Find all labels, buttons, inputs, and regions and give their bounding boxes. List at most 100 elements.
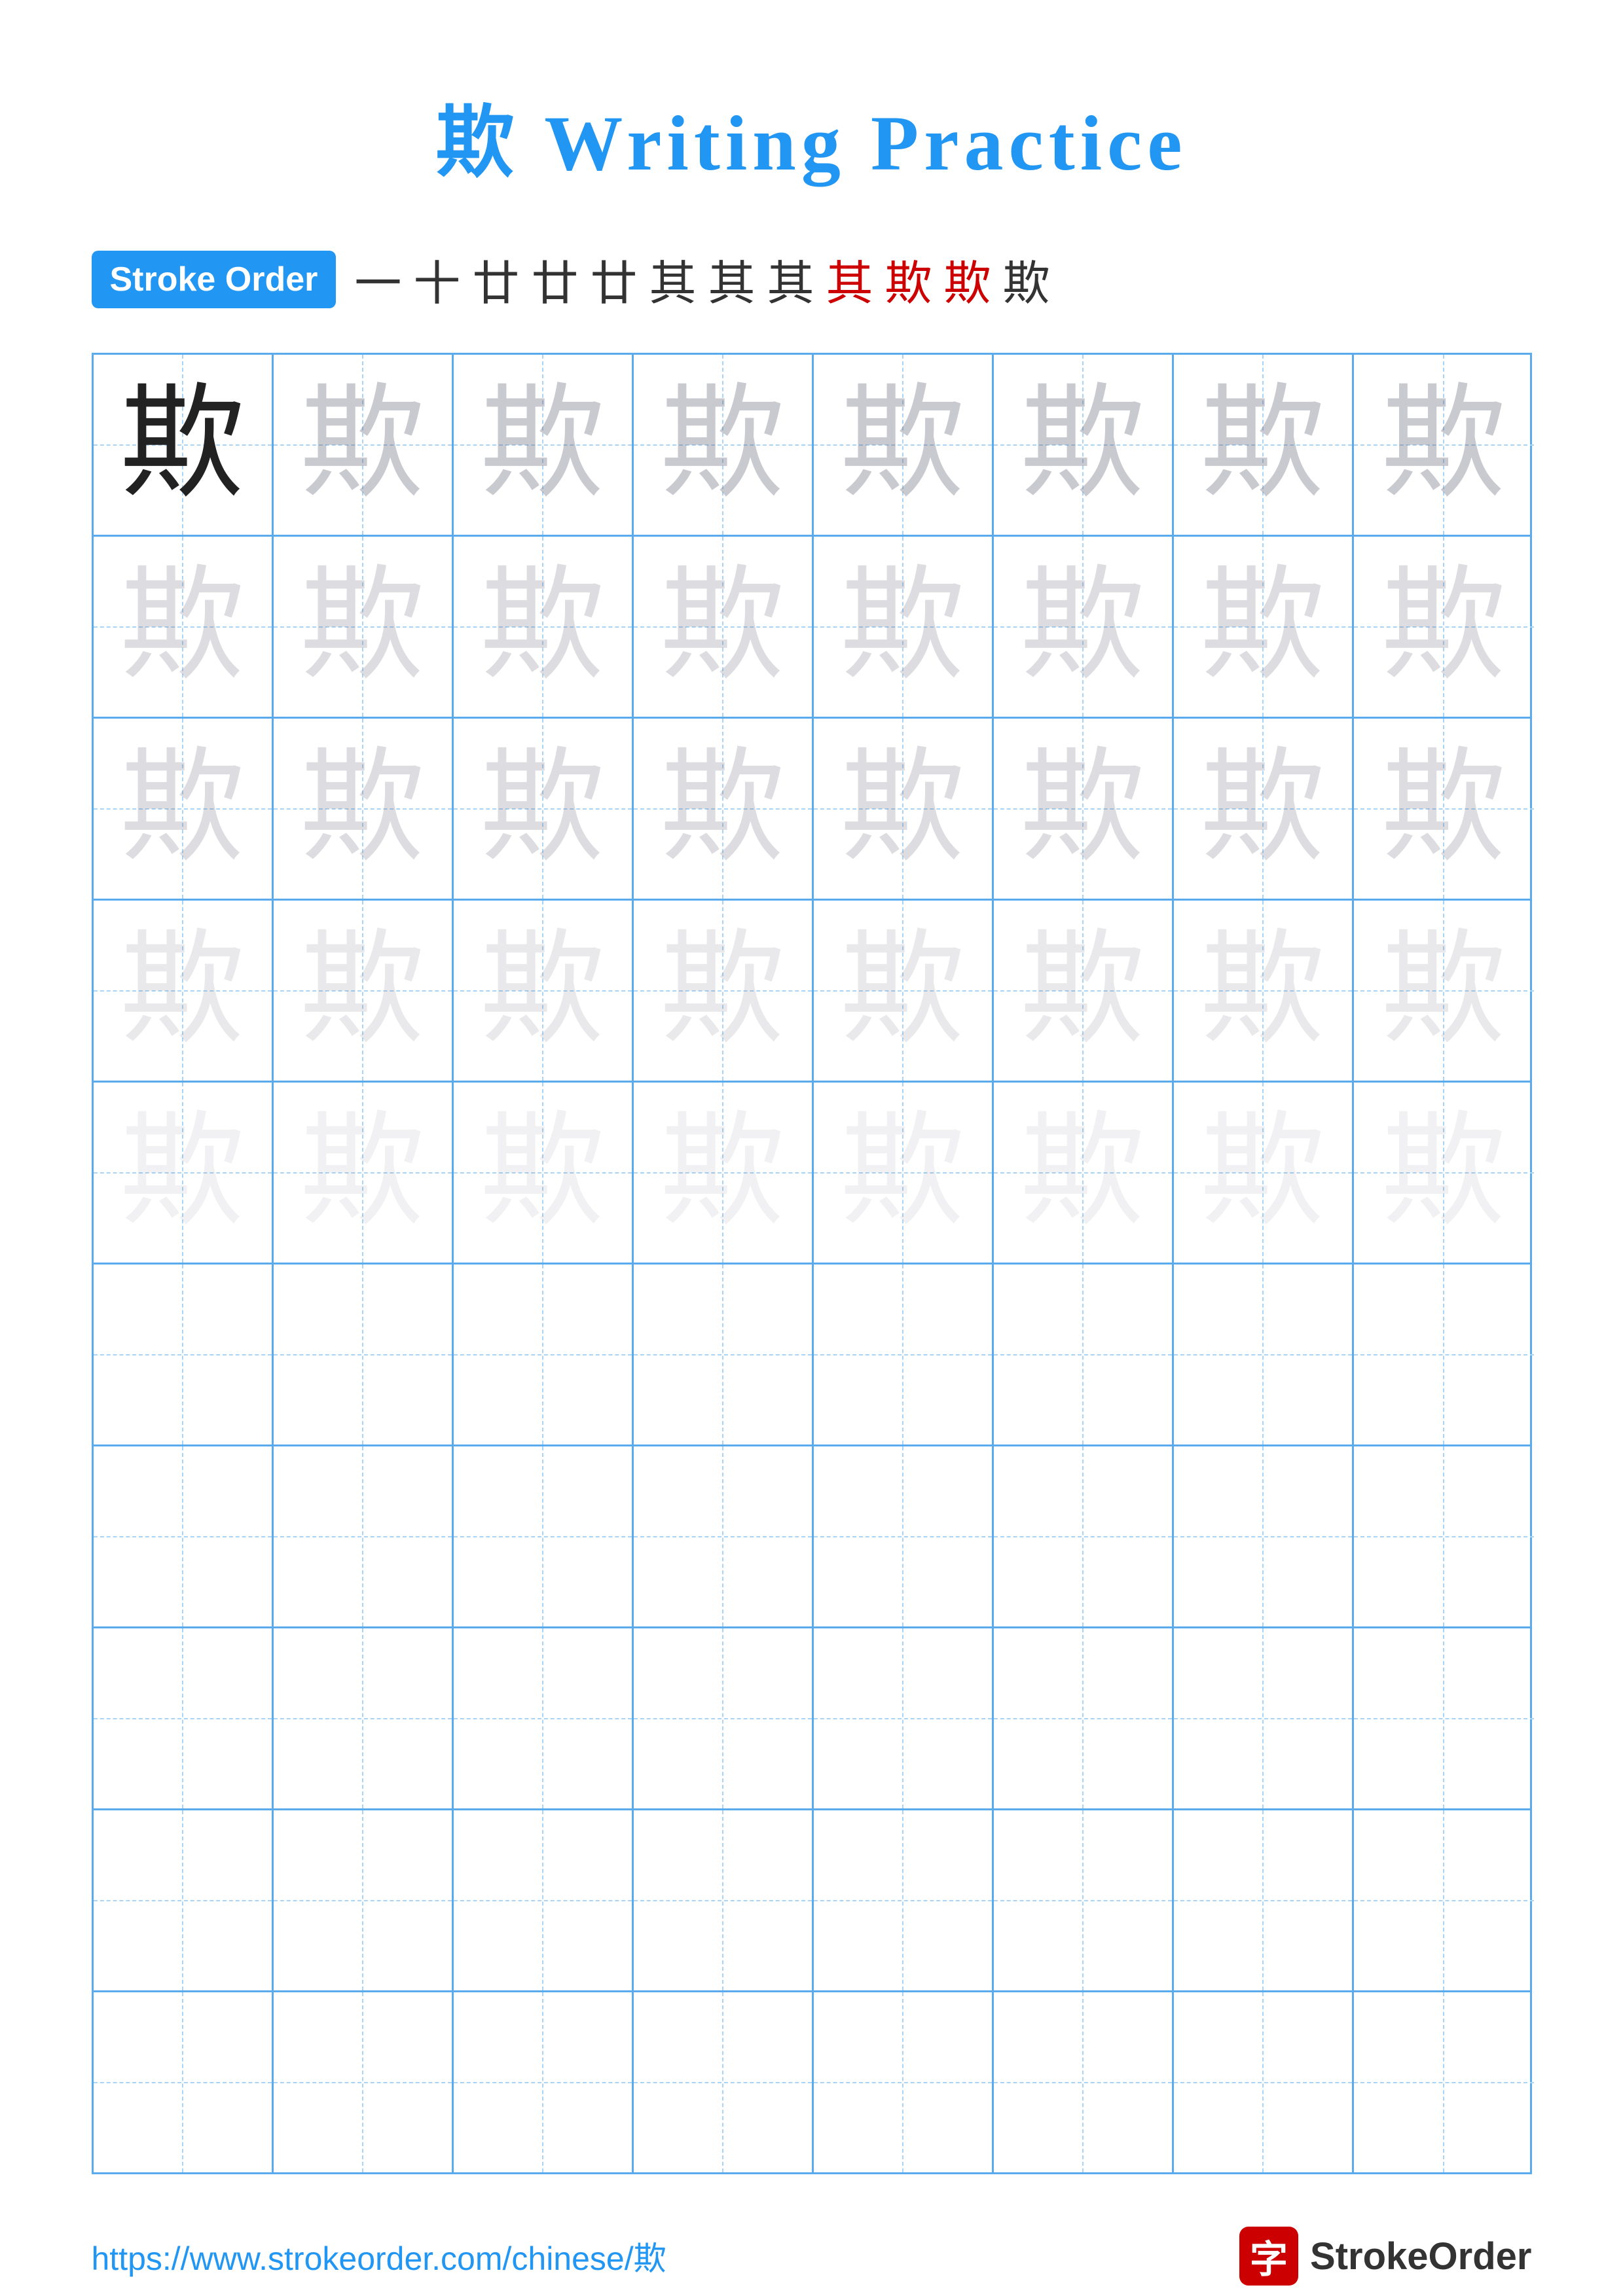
stroke-char-2: 十 (413, 245, 460, 314)
grid-cell[interactable]: 欺 (814, 537, 994, 717)
grid-cell[interactable] (94, 1446, 274, 1626)
grid-cell[interactable] (634, 1628, 814, 1808)
grid-cell[interactable] (274, 1265, 454, 1444)
grid-cell[interactable] (814, 1628, 994, 1808)
grid-cell[interactable] (94, 1628, 274, 1808)
grid-cell[interactable]: 欺 (634, 719, 814, 899)
stroke-order-section: Stroke Order 一 十 廿 廿 廿 其 其 其 其 欺 欺 欺 (92, 245, 1532, 314)
practice-char: 欺 (480, 929, 604, 1053)
grid-cell[interactable]: 欺 (274, 719, 454, 899)
grid-cell[interactable] (94, 1810, 274, 1990)
grid-cell[interactable] (94, 1992, 274, 2172)
grid-cell[interactable]: 欺 (94, 537, 274, 717)
grid-cell[interactable] (454, 1265, 634, 1444)
grid-cell[interactable]: 欺 (454, 901, 634, 1081)
practice-char: 欺 (480, 565, 604, 689)
grid-cell[interactable] (634, 1265, 814, 1444)
grid-cell[interactable]: 欺 (274, 1083, 454, 1263)
grid-cell[interactable]: 欺 (94, 1083, 274, 1263)
grid-cell[interactable]: 欺 (814, 719, 994, 899)
grid-cell[interactable] (454, 1992, 634, 2172)
grid-cell[interactable] (454, 1446, 634, 1626)
grid-cell[interactable]: 欺 (1174, 1083, 1354, 1263)
practice-char: 欺 (1200, 1111, 1324, 1235)
grid-cell[interactable] (814, 1265, 994, 1444)
grid-row: 欺 欺 欺 欺 欺 欺 欺 欺 (94, 1083, 1530, 1265)
grid-cell[interactable]: 欺 (994, 355, 1174, 535)
grid-cell[interactable]: 欺 (994, 719, 1174, 899)
grid-cell[interactable] (1354, 1628, 1534, 1808)
grid-cell[interactable]: 欺 (994, 1083, 1174, 1263)
grid-cell[interactable] (994, 1810, 1174, 1990)
grid-cell[interactable] (814, 1810, 994, 1990)
grid-cell[interactable]: 欺 (94, 901, 274, 1081)
grid-cell[interactable]: 欺 (454, 719, 634, 899)
grid-cell[interactable]: 欺 (94, 355, 274, 535)
stroke-char-5: 廿 (590, 245, 637, 314)
grid-cell[interactable] (1174, 1810, 1354, 1990)
grid-cell[interactable] (274, 1628, 454, 1808)
grid-cell[interactable] (1174, 1628, 1354, 1808)
practice-char: 欺 (1381, 383, 1506, 507)
grid-cell[interactable] (994, 1628, 1174, 1808)
grid-cell[interactable] (814, 1992, 994, 2172)
stroke-char-8: 其 (767, 245, 814, 314)
grid-cell[interactable] (994, 1265, 1174, 1444)
grid-cell[interactable]: 欺 (814, 1083, 994, 1263)
grid-cell[interactable]: 欺 (994, 901, 1174, 1081)
practice-grid: 欺 欺 欺 欺 欺 欺 欺 欺 欺 欺 欺 (92, 353, 1532, 2174)
grid-cell[interactable]: 欺 (1354, 901, 1534, 1081)
grid-cell[interactable]: 欺 (1354, 537, 1534, 717)
grid-cell[interactable]: 欺 (634, 355, 814, 535)
grid-cell[interactable]: 欺 (274, 537, 454, 717)
grid-cell[interactable]: 欺 (1174, 901, 1354, 1081)
practice-char: 欺 (120, 383, 244, 507)
grid-cell[interactable] (1174, 1446, 1354, 1626)
grid-cell[interactable]: 欺 (1174, 537, 1354, 717)
practice-char: 欺 (660, 747, 784, 871)
page-title: 欺 Writing Practice (435, 79, 1187, 192)
grid-cell[interactable]: 欺 (94, 719, 274, 899)
grid-cell[interactable] (1354, 1810, 1534, 1990)
grid-row: 欺 欺 欺 欺 欺 欺 欺 欺 (94, 901, 1530, 1083)
grid-cell[interactable] (634, 1992, 814, 2172)
practice-char: 欺 (120, 747, 244, 871)
grid-cell[interactable] (634, 1810, 814, 1990)
grid-cell[interactable] (1174, 1992, 1354, 2172)
grid-cell[interactable]: 欺 (274, 901, 454, 1081)
grid-cell[interactable] (274, 1446, 454, 1626)
grid-cell[interactable]: 欺 (1354, 355, 1534, 535)
grid-cell[interactable]: 欺 (814, 901, 994, 1081)
grid-cell[interactable]: 欺 (1354, 719, 1534, 899)
practice-char: 欺 (840, 929, 964, 1053)
grid-cell[interactable] (454, 1628, 634, 1808)
grid-cell[interactable] (814, 1446, 994, 1626)
grid-cell[interactable] (1354, 1446, 1534, 1626)
grid-cell[interactable] (454, 1810, 634, 1990)
grid-cell[interactable]: 欺 (1354, 1083, 1534, 1263)
practice-char: 欺 (300, 929, 424, 1053)
grid-cell[interactable] (1354, 1992, 1534, 2172)
grid-cell[interactable]: 欺 (634, 1083, 814, 1263)
footer-url[interactable]: https://www.strokeorder.com/chinese/欺 (92, 2233, 666, 2280)
grid-cell[interactable]: 欺 (274, 355, 454, 535)
grid-cell[interactable]: 欺 (634, 901, 814, 1081)
grid-cell[interactable] (634, 1446, 814, 1626)
grid-cell[interactable]: 欺 (1174, 719, 1354, 899)
grid-cell[interactable]: 欺 (1174, 355, 1354, 535)
grid-cell[interactable]: 欺 (454, 537, 634, 717)
grid-cell[interactable] (994, 1446, 1174, 1626)
grid-cell[interactable] (994, 1992, 1174, 2172)
grid-cell[interactable] (1354, 1265, 1534, 1444)
grid-cell[interactable] (1174, 1265, 1354, 1444)
grid-cell[interactable] (94, 1265, 274, 1444)
grid-cell[interactable] (274, 1992, 454, 2172)
grid-cell[interactable]: 欺 (994, 537, 1174, 717)
grid-cell[interactable]: 欺 (454, 355, 634, 535)
grid-cell[interactable]: 欺 (634, 537, 814, 717)
practice-char: 欺 (1381, 747, 1506, 871)
grid-cell[interactable] (274, 1810, 454, 1990)
practice-char: 欺 (480, 1111, 604, 1235)
grid-cell[interactable]: 欺 (814, 355, 994, 535)
grid-cell[interactable]: 欺 (454, 1083, 634, 1263)
